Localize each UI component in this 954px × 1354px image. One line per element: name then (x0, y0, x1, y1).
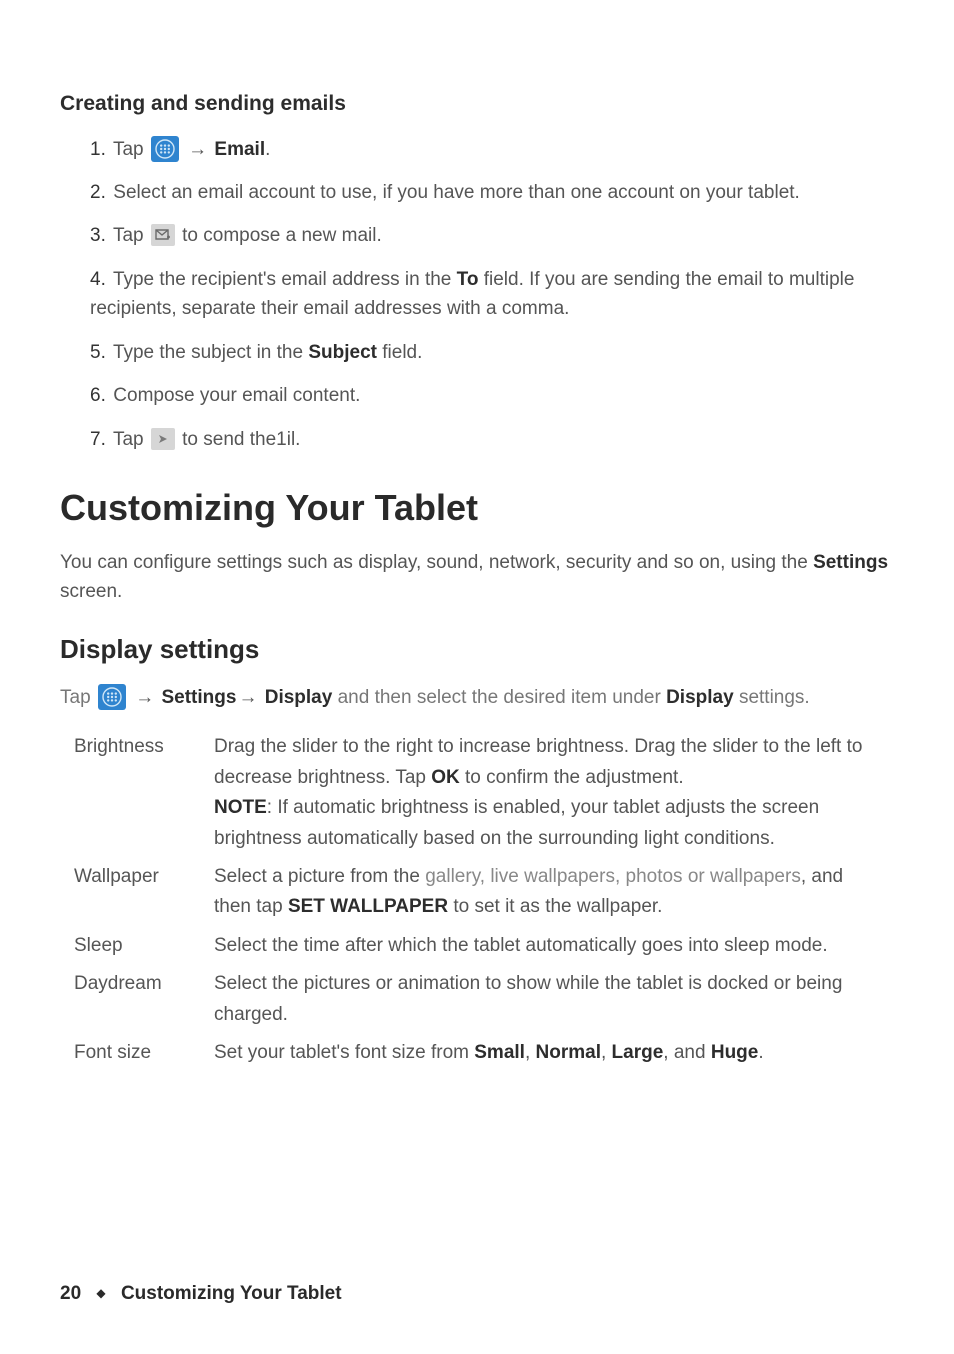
table-row: Sleep Select the time after which the ta… (74, 927, 894, 965)
step-num: 6. (90, 381, 108, 410)
step-text: Tap (113, 225, 149, 246)
step-6: 6. Compose your email content. (86, 381, 894, 410)
sleep-desc: Select the time after which the tablet a… (214, 927, 894, 965)
step-text: field. (377, 342, 422, 363)
desc-text: : If automatic brightness is enabled, yo… (214, 797, 819, 848)
settings-label: Settings (813, 552, 888, 573)
set-wallpaper-label: SET WALLPAPER (288, 896, 448, 917)
step-num: 4. (90, 265, 108, 294)
step-text: Select an email account to use, if you h… (113, 182, 800, 203)
apps-icon (151, 136, 179, 162)
wallpaper-options: gallery, live wallpapers, photos or wall… (425, 866, 801, 887)
desc-text: to confirm the adjustment. (460, 767, 684, 788)
apps-icon (98, 684, 126, 710)
step-text: Tap (113, 429, 149, 450)
step-text: Type the subject in the (113, 342, 308, 363)
step-text: to compose a new mail. (177, 225, 382, 246)
intro-text: and then select the desired item under (332, 687, 666, 708)
step-num: 2. (90, 178, 108, 207)
lead-text: You can configure settings such as displ… (60, 552, 813, 573)
step-num: 3. (90, 221, 108, 250)
display-settings-heading: Display settings (60, 629, 894, 669)
fontsize-label: Font size (74, 1034, 214, 1072)
customize-lead: You can configure settings such as displ… (60, 548, 894, 607)
normal-label: Normal (536, 1042, 601, 1063)
desc-text: Set your tablet's font size from (214, 1042, 474, 1063)
page-footer: 20 ◆ Customizing Your Tablet (60, 1279, 342, 1308)
step-4: 4. Type the recipient's email address in… (86, 265, 894, 324)
email-steps: 1. Tap → Email. 2. Select an email accou… (60, 135, 894, 455)
step-text: Tap (113, 139, 149, 160)
diamond-icon: ◆ (86, 1286, 115, 1300)
sleep-label: Sleep (74, 927, 214, 965)
note-label: NOTE (214, 797, 267, 818)
desc-text: Select a picture from the (214, 866, 425, 887)
footer-title: Customizing Your Tablet (121, 1283, 342, 1304)
table-row: Daydream Select the pictures or animatio… (74, 965, 894, 1034)
arrow-icon: → (181, 139, 215, 160)
send-icon (151, 428, 175, 450)
display-label: Display (265, 687, 333, 708)
step-3: 3. Tap to compose a new mail. (86, 221, 894, 250)
comma: , and (663, 1042, 711, 1063)
step-1: 1. Tap → Email. (86, 135, 894, 164)
large-label: Large (612, 1042, 664, 1063)
step-7: 7. Tap to send the1il. (86, 425, 894, 454)
daydream-label: Daydream (74, 965, 214, 1034)
comma: , (525, 1042, 536, 1063)
to-label: To (457, 269, 479, 290)
table-row: Font size Set your tablet's font size fr… (74, 1034, 894, 1072)
step-text: Compose your email content. (113, 385, 360, 406)
customize-heading: Customizing Your Tablet (60, 480, 894, 536)
small-label: Small (474, 1042, 525, 1063)
table-row: Brightness Drag the slider to the right … (74, 728, 894, 858)
desc-text: to set it as the wallpaper. (448, 896, 662, 917)
period: . (265, 139, 270, 160)
lead-text: screen. (60, 581, 122, 602)
arrow-icon: → (236, 687, 264, 708)
ok-label: OK (431, 767, 460, 788)
huge-label: Huge (711, 1042, 759, 1063)
brightness-label: Brightness (74, 728, 214, 858)
step-num: 1. (90, 135, 108, 164)
page-number: 20 (60, 1283, 81, 1304)
email-label: Email (214, 139, 265, 160)
wallpaper-label: Wallpaper (74, 858, 214, 927)
display-intro: Tap → Settings→ Display and then select … (60, 683, 894, 712)
subject-label: Subject (308, 342, 377, 363)
wallpaper-desc: Select a picture from the gallery, live … (214, 858, 894, 927)
settings-label: Settings (161, 687, 236, 708)
step-text: to send the1il. (177, 429, 301, 450)
brightness-desc: Drag the slider to the right to increase… (214, 728, 894, 858)
comma: , (601, 1042, 612, 1063)
step-num: 7. (90, 425, 108, 454)
display-label: Display (666, 687, 734, 708)
intro-text: settings. (734, 687, 810, 708)
daydream-desc: Select the pictures or animation to show… (214, 965, 894, 1034)
period: . (758, 1042, 763, 1063)
tap-text: Tap (60, 687, 96, 708)
step-num: 5. (90, 338, 108, 367)
fontsize-desc: Set your tablet's font size from Small , … (214, 1034, 894, 1072)
step-2: 2. Select an email account to use, if yo… (86, 178, 894, 207)
display-settings-table: Brightness Drag the slider to the right … (74, 728, 894, 1072)
arrow-icon: → (128, 687, 162, 708)
compose-icon (151, 224, 175, 246)
emails-heading: Creating and sending emails (60, 88, 894, 121)
step-text: Type the recipient's email address in th… (113, 269, 457, 290)
step-5: 5. Type the subject in the Subject field… (86, 338, 894, 367)
table-row: Wallpaper Select a picture from the gall… (74, 858, 894, 927)
